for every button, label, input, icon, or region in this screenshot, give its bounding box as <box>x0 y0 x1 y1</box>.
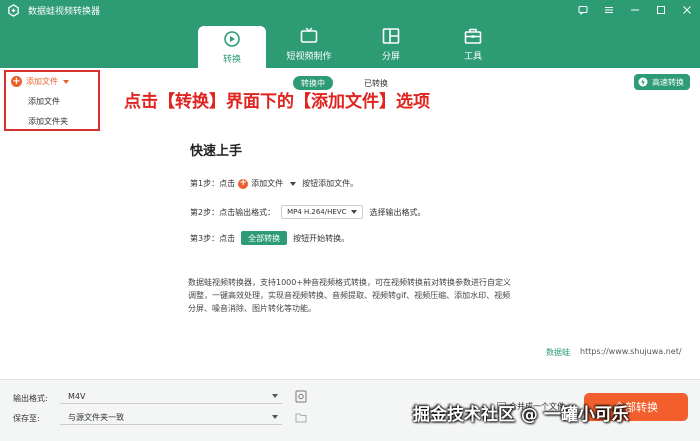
format-settings-icon[interactable] <box>295 390 307 403</box>
tab-short-video[interactable]: 短视频制作 <box>275 20 343 68</box>
maximize-icon <box>657 6 665 14</box>
step-1: 第1步：点击 + 添加文件 按钮添加文件。 <box>190 178 359 189</box>
step2-format-select[interactable]: MP4 H.264/HEVC <box>281 205 364 219</box>
output-format-label: 输出格式: <box>13 394 48 403</box>
window-controls <box>570 0 700 20</box>
tab-convert[interactable]: 转换 <box>198 26 266 68</box>
save-to-label: 保存至: <box>13 414 40 423</box>
chevron-down-icon <box>63 79 69 84</box>
main-toolbar: 转换 短视频制作 分屏 工具 <box>0 20 700 68</box>
window-title: 数据蛙视频转换器 <box>28 6 101 17</box>
tv-icon <box>300 27 318 43</box>
feedback-button[interactable] <box>570 0 596 20</box>
product-description: 数据蛙视频转换器，支持1000+种音视频格式转换，可在视频转换前对转换参数进行自… <box>188 278 512 313</box>
menu-button[interactable] <box>596 0 622 20</box>
maximize-button[interactable] <box>648 0 674 20</box>
speed-convert-button[interactable]: 高速转换 <box>634 74 690 90</box>
brand-name: 数据蛙 <box>546 348 570 357</box>
save-to-select[interactable]: 与源文件夹一致 <box>60 410 282 425</box>
menu-item-add-folder[interactable]: 添加文件夹 <box>28 116 68 127</box>
tab-tools[interactable]: 工具 <box>439 20 507 68</box>
split-screen-icon <box>382 27 400 44</box>
watermark: 掘金技术社区 @ 一罐小可乐 <box>413 405 629 425</box>
toolbox-icon <box>464 28 482 44</box>
step-3: 第3步：点击 全部转换 按钮开始转换。 <box>190 231 349 245</box>
tab-split-screen[interactable]: 分屏 <box>357 20 425 68</box>
app-logo-icon <box>8 3 19 17</box>
quick-start-title: 快速上手 <box>190 144 243 159</box>
chevron-down-icon <box>272 394 278 398</box>
instruction-annotation: 点击【转换】界面下的【添加文件】选项 <box>124 92 430 112</box>
convert-icon <box>224 30 240 47</box>
output-format-select[interactable]: M4V <box>60 389 282 404</box>
step3-convert-all-button[interactable]: 全部转换 <box>241 231 288 245</box>
plus-icon: + <box>238 178 249 189</box>
menu-icon <box>605 7 613 13</box>
add-file-button[interactable]: + 添加文件 <box>11 76 69 87</box>
website-link[interactable]: https://www.shujuwa.net/ <box>580 347 682 356</box>
close-icon <box>683 6 691 14</box>
minimize-icon <box>631 9 639 11</box>
chevron-down-icon <box>351 210 358 214</box>
feedback-icon <box>578 6 588 15</box>
minimize-button[interactable] <box>622 0 648 20</box>
plus-icon: + <box>11 75 22 87</box>
title-bar: 数据蛙视频转换器 <box>0 0 700 20</box>
chevron-down-icon <box>290 181 297 186</box>
folder-icon[interactable] <box>295 411 307 424</box>
step-2: 第2步：点击输出格式： MP4 H.264/HEVC 选择输出格式。 <box>190 205 425 219</box>
close-button[interactable] <box>674 0 700 20</box>
step1-add-file-button[interactable]: + 添加文件 <box>238 178 283 189</box>
menu-item-add-file[interactable]: 添加文件 <box>28 96 60 107</box>
chevron-down-icon <box>272 415 278 419</box>
lightning-icon <box>638 77 648 87</box>
